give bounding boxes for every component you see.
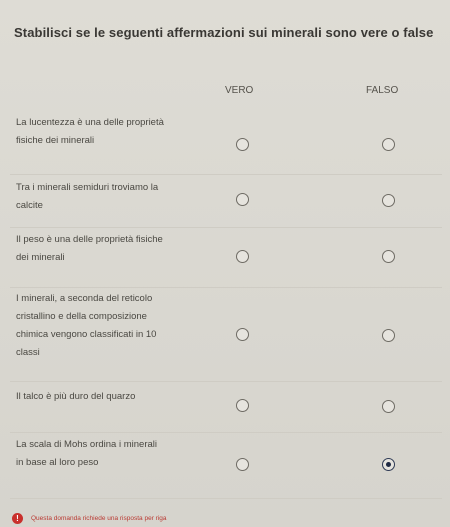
- statement-text: Il talco è più duro del quarzo: [16, 391, 136, 402]
- radio-false[interactable]: [382, 329, 395, 342]
- statement-text: La lucentezza è una delle proprietà fisi…: [16, 117, 164, 146]
- radio-true[interactable]: [236, 138, 249, 151]
- statement-text: Tra i minerali semiduri troviamo la calc…: [16, 182, 159, 211]
- validation-text: Questa domanda richiede una risposta per…: [31, 514, 167, 522]
- statement-text: La scala di Mohs ordina i minerali in ba…: [16, 439, 157, 468]
- radio-true[interactable]: [236, 193, 249, 206]
- exclamation-icon: !: [12, 512, 23, 524]
- radio-false[interactable]: [382, 194, 395, 207]
- statement-row: La scala di Mohs ordina i minerali in ba…: [10, 433, 442, 499]
- radio-false[interactable]: [382, 138, 395, 151]
- statement-row: Tra i minerali semiduri troviamo la calc…: [10, 175, 442, 228]
- question-title: Stabilisci se le seguenti affermazioni s…: [14, 25, 434, 40]
- radio-false[interactable]: [382, 400, 395, 413]
- validation-message: ! Questa domanda richiede una risposta p…: [12, 512, 167, 524]
- radio-true[interactable]: [236, 458, 249, 471]
- statement-text: Il peso è una delle proprietà fisiche de…: [16, 234, 163, 263]
- statement-row: Il talco è più duro del quarzo: [10, 382, 442, 433]
- quiz-page: Stabilisci se le seguenti affermazioni s…: [0, 0, 450, 527]
- statement-row: I minerali, a seconda del reticolo crist…: [10, 288, 442, 382]
- column-header-false: FALSO: [366, 85, 399, 96]
- radio-true[interactable]: [236, 328, 249, 341]
- radio-true[interactable]: [236, 399, 249, 412]
- statement-text: I minerali, a seconda del reticolo crist…: [16, 293, 157, 358]
- column-header-true: VERO: [225, 85, 254, 96]
- radio-false[interactable]: [382, 250, 395, 263]
- radio-true[interactable]: [236, 250, 249, 263]
- statement-row: La lucentezza è una delle proprietà fisi…: [10, 108, 442, 175]
- statement-row: Il peso è una delle proprietà fisiche de…: [10, 228, 442, 288]
- radio-false-selected[interactable]: [382, 458, 395, 471]
